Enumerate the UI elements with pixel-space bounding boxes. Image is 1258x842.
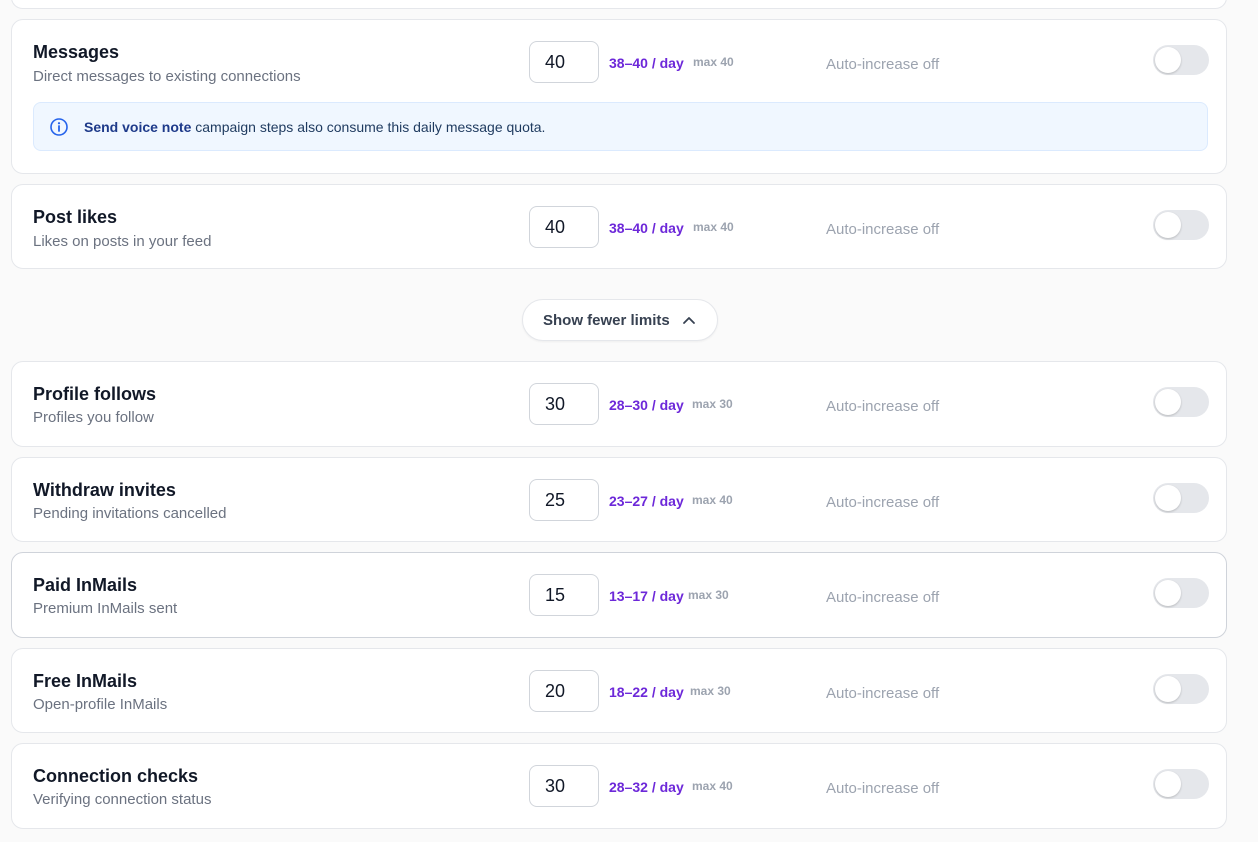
auto-increase-status: Auto-increase off xyxy=(826,221,940,238)
info-note-text: Send voice note campaign steps also cons… xyxy=(84,119,545,135)
max-limit: max 40 xyxy=(692,779,733,793)
daily-limit-input[interactable] xyxy=(529,383,599,425)
limit-card-free-inmails: Free InMails Open-profile InMails 18–22 … xyxy=(11,648,1227,733)
daily-limit-input[interactable] xyxy=(529,479,599,521)
auto-increase-status: Auto-increase off xyxy=(826,56,940,73)
daily-range: 38–40 / day xyxy=(609,55,684,71)
limit-title: Post likes xyxy=(33,207,118,227)
auto-increase-status: Auto-increase off xyxy=(826,398,940,415)
limit-title: Withdraw invites xyxy=(33,480,176,500)
auto-increase-toggle[interactable] xyxy=(1153,387,1209,417)
limit-card-post-likes: Post likes Likes on posts in your feed 3… xyxy=(11,184,1227,269)
show-fewer-limits-button[interactable]: Show fewer limits xyxy=(522,299,718,341)
toggle-knob xyxy=(1155,771,1181,797)
daily-range: 13–17 / day xyxy=(609,588,684,604)
show-fewer-limits-label: Show fewer limits xyxy=(543,312,670,329)
daily-limit-input[interactable] xyxy=(529,765,599,807)
toggle-knob xyxy=(1155,580,1181,606)
limit-subtitle: Open-profile InMails xyxy=(33,696,168,713)
limit-title: Profile follows xyxy=(33,384,157,404)
auto-increase-toggle[interactable] xyxy=(1153,45,1209,75)
max-limit: max 30 xyxy=(688,588,729,602)
auto-increase-toggle[interactable] xyxy=(1153,769,1209,799)
limit-subtitle: Profiles you follow xyxy=(33,409,154,426)
daily-range: 18–22 / day xyxy=(609,684,684,700)
limit-subtitle: Verifying connection status xyxy=(33,791,212,808)
info-note-highlight: Send voice note xyxy=(84,119,192,135)
auto-increase-toggle[interactable] xyxy=(1153,578,1209,608)
toggle-knob xyxy=(1155,676,1181,702)
max-limit: max 30 xyxy=(692,397,733,411)
info-note: Send voice note campaign steps also cons… xyxy=(33,102,1208,151)
daily-range: 23–27 / day xyxy=(609,493,684,509)
max-limit: max 40 xyxy=(693,220,734,234)
limit-subtitle: Premium InMails sent xyxy=(33,600,178,617)
max-limit: max 40 xyxy=(692,493,733,507)
limit-card-profile-follows: Profile follows Profiles you follow 28–3… xyxy=(11,361,1227,447)
limit-card-withdraw-invites: Withdraw invites Pending invitations can… xyxy=(11,457,1227,542)
chevron-up-icon xyxy=(683,317,695,324)
limit-card-paid-inmails: Paid InMails Premium InMails sent 13–17 … xyxy=(11,552,1227,638)
limit-title: Messages xyxy=(33,42,120,62)
auto-increase-status: Auto-increase off xyxy=(826,685,940,702)
auto-increase-status: Auto-increase off xyxy=(826,780,940,797)
toggle-knob xyxy=(1155,389,1181,415)
daily-limit-input[interactable] xyxy=(529,41,599,83)
limit-subtitle: Pending invitations cancelled xyxy=(33,505,227,522)
max-limit: max 30 xyxy=(690,684,731,698)
daily-limit-input[interactable] xyxy=(529,206,599,248)
info-note-body: campaign steps also consume this daily m… xyxy=(191,119,546,135)
toggle-knob xyxy=(1155,47,1181,73)
limit-card-connection-checks: Connection checks Verifying connection s… xyxy=(11,743,1227,829)
auto-increase-status: Auto-increase off xyxy=(826,589,940,606)
limit-subtitle: Direct messages to existing connections xyxy=(33,68,301,85)
daily-range: 28–30 / day xyxy=(609,397,684,413)
auto-increase-status: Auto-increase off xyxy=(826,494,940,511)
limit-card-partial xyxy=(11,0,1227,9)
daily-range: 38–40 / day xyxy=(609,220,684,236)
daily-range: 28–32 / day xyxy=(609,779,684,795)
limit-title: Connection checks xyxy=(33,766,199,786)
limit-subtitle: Likes on posts in your feed xyxy=(33,233,212,250)
limit-card-messages: Messages Direct messages to existing con… xyxy=(11,19,1227,174)
auto-increase-toggle[interactable] xyxy=(1153,483,1209,513)
info-icon xyxy=(50,118,68,136)
max-limit: max 40 xyxy=(693,55,734,69)
limit-title: Paid InMails xyxy=(33,575,138,595)
limit-title: Free InMails xyxy=(33,671,138,691)
daily-limit-input[interactable] xyxy=(529,574,599,616)
daily-limit-input[interactable] xyxy=(529,670,599,712)
auto-increase-toggle[interactable] xyxy=(1153,674,1209,704)
toggle-knob xyxy=(1155,212,1181,238)
toggle-knob xyxy=(1155,485,1181,511)
auto-increase-toggle[interactable] xyxy=(1153,210,1209,240)
